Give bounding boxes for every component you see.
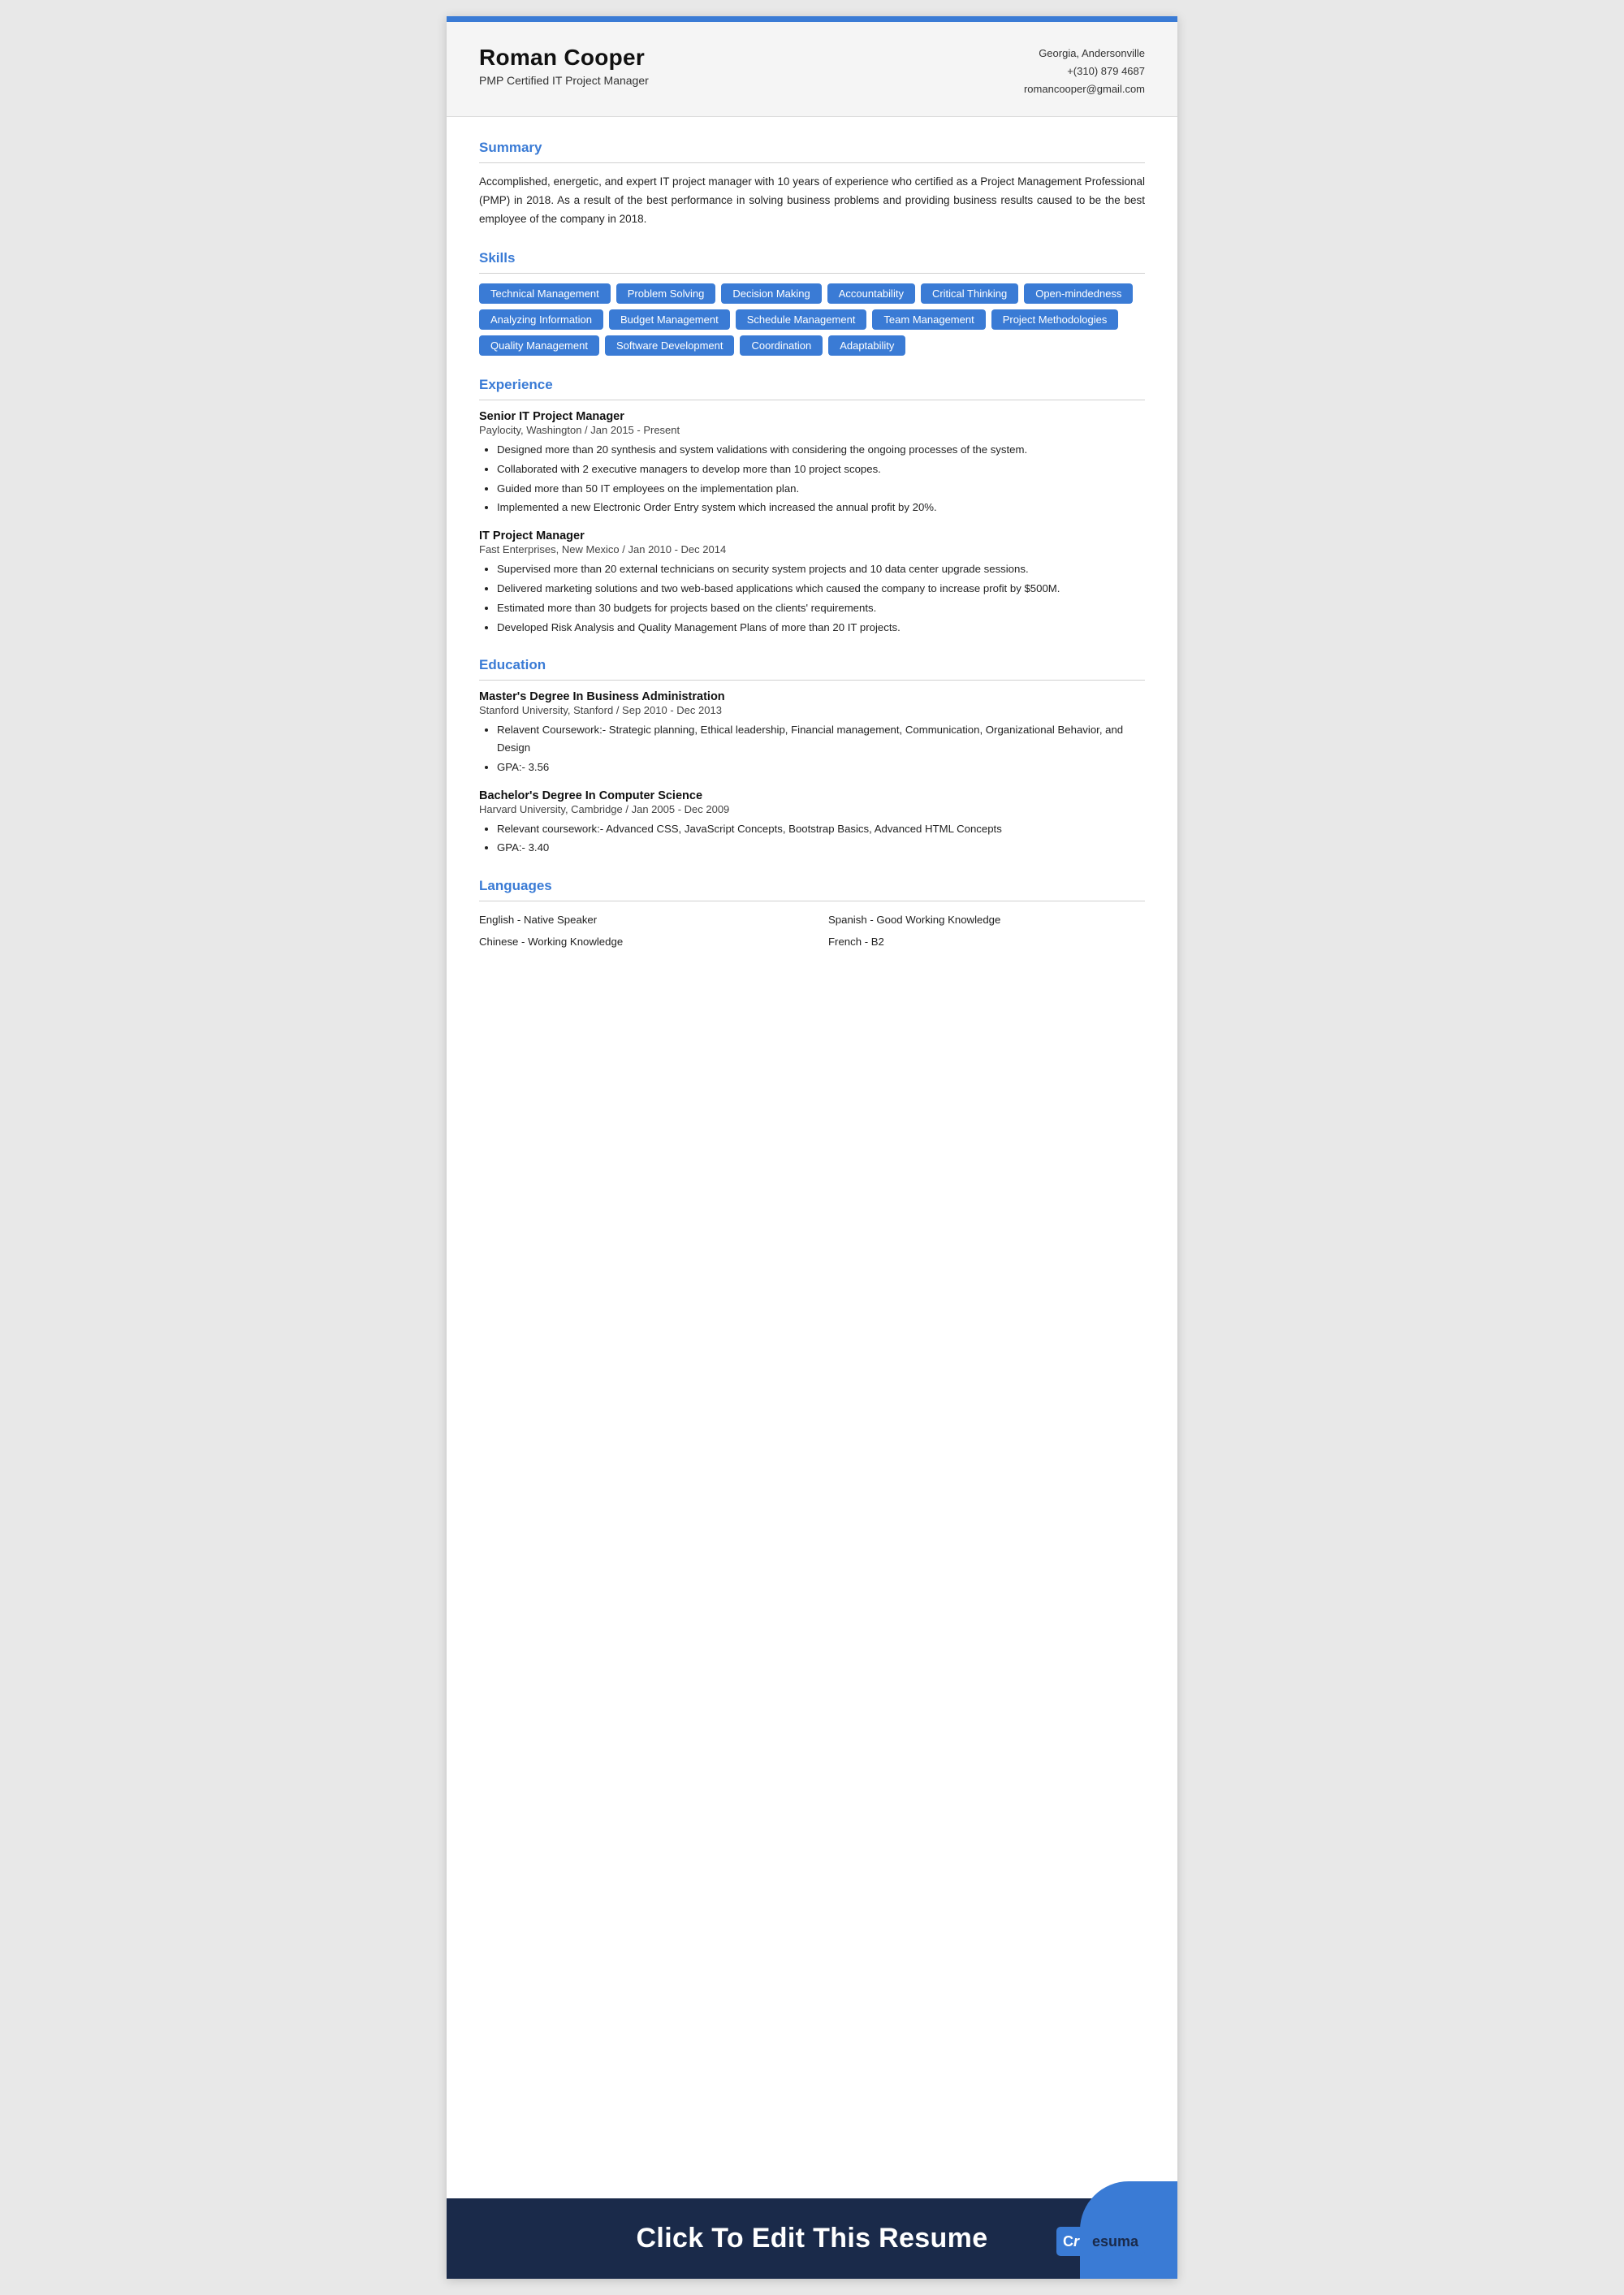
job-entry: Senior IT Project ManagerPaylocity, Wash… xyxy=(479,410,1145,516)
list-item: GPA:- 3.56 xyxy=(497,759,1145,776)
language-item: English - Native Speaker xyxy=(479,911,796,929)
education-entry: Master's Degree In Business Administrati… xyxy=(479,690,1145,776)
skill-badge: Team Management xyxy=(872,309,985,330)
cresuma-text-label: esuma xyxy=(1092,2233,1138,2250)
languages-title: Languages xyxy=(479,878,1145,894)
job-meta: Paylocity, Washington / Jan 2015 - Prese… xyxy=(479,424,1145,436)
education-container: Master's Degree In Business Administrati… xyxy=(479,690,1145,857)
skills-divider xyxy=(479,273,1145,274)
resume-page: Roman Cooper PMP Certified IT Project Ma… xyxy=(447,16,1177,2279)
edu-title: Bachelor's Degree In Computer Science xyxy=(479,789,1145,802)
edu-bullets: Relevant coursework:- Advanced CSS, Java… xyxy=(479,820,1145,858)
candidate-title: PMP Certified IT Project Manager xyxy=(479,74,649,87)
language-item: Spanish - Good Working Knowledge xyxy=(828,911,1145,929)
education-entry: Bachelor's Degree In Computer ScienceHar… xyxy=(479,789,1145,858)
edu-bullets: Relavent Coursework:- Strategic planning… xyxy=(479,721,1145,776)
experience-section: Experience Senior IT Project ManagerPayl… xyxy=(479,377,1145,636)
cresuma-text: esuma xyxy=(1086,2227,1145,2256)
experience-title: Experience xyxy=(479,377,1145,393)
list-item: Relavent Coursework:- Strategic planning… xyxy=(497,721,1145,757)
list-item: Supervised more than 20 external technic… xyxy=(497,560,1145,578)
cresuma-icon: Cr xyxy=(1056,2227,1086,2256)
list-item: Collaborated with 2 executive managers t… xyxy=(497,460,1145,478)
top-accent-bar xyxy=(447,16,1177,22)
job-meta: Fast Enterprises, New Mexico / Jan 2010 … xyxy=(479,543,1145,555)
summary-title: Summary xyxy=(479,140,1145,156)
skill-badge: Software Development xyxy=(605,335,735,356)
candidate-phone: +(310) 879 4687 xyxy=(1024,63,1145,80)
skill-badge: Critical Thinking xyxy=(921,283,1018,304)
candidate-email: romancooper@gmail.com xyxy=(1024,80,1145,98)
list-item: Estimated more than 30 budgets for proje… xyxy=(497,599,1145,617)
candidate-location: Georgia, Andersonville xyxy=(1024,45,1145,63)
job-title: Senior IT Project Manager xyxy=(479,410,1145,423)
cresuma-logo: Cr esuma xyxy=(1056,2227,1145,2256)
skill-badge: Quality Management xyxy=(479,335,599,356)
summary-divider xyxy=(479,162,1145,163)
summary-section: Summary Accomplished, energetic, and exp… xyxy=(479,140,1145,229)
header-right: Georgia, Andersonville +(310) 879 4687 r… xyxy=(1024,45,1145,98)
language-item: Chinese - Working Knowledge xyxy=(479,933,796,951)
header-section: Roman Cooper PMP Certified IT Project Ma… xyxy=(447,22,1177,117)
job-entry: IT Project ManagerFast Enterprises, New … xyxy=(479,529,1145,636)
skills-container: Technical ManagementProblem SolvingDecis… xyxy=(479,283,1145,356)
main-content: Summary Accomplished, energetic, and exp… xyxy=(447,117,1177,2174)
list-item: Relevant coursework:- Advanced CSS, Java… xyxy=(497,820,1145,838)
skill-badge: Project Methodologies xyxy=(991,309,1119,330)
list-item: Delivered marketing solutions and two we… xyxy=(497,580,1145,598)
skill-badge: Coordination xyxy=(740,335,823,356)
edu-meta: Harvard University, Cambridge / Jan 2005… xyxy=(479,803,1145,815)
list-item: GPA:- 3.40 xyxy=(497,839,1145,857)
education-section: Education Master's Degree In Business Ad… xyxy=(479,657,1145,857)
list-item: Developed Risk Analysis and Quality Mana… xyxy=(497,619,1145,637)
list-item: Guided more than 50 IT employees on the … xyxy=(497,480,1145,498)
cresuma-icon-text: Cr xyxy=(1063,2233,1079,2250)
edu-meta: Stanford University, Stanford / Sep 2010… xyxy=(479,704,1145,716)
skill-badge: Decision Making xyxy=(721,283,821,304)
cta-text[interactable]: Click To Edit This Resume xyxy=(637,2223,988,2254)
skills-title: Skills xyxy=(479,250,1145,266)
skill-badge: Accountability xyxy=(827,283,915,304)
candidate-name: Roman Cooper xyxy=(479,45,649,71)
job-title: IT Project Manager xyxy=(479,529,1145,542)
skill-badge: Open-mindedness xyxy=(1024,283,1133,304)
summary-text: Accomplished, energetic, and expert IT p… xyxy=(479,173,1145,229)
languages-section: Languages English - Native Speaker Spanis… xyxy=(479,878,1145,951)
footer-cta[interactable]: Click To Edit This Resume Cr esuma xyxy=(447,2198,1177,2279)
skill-badge: Budget Management xyxy=(609,309,730,330)
experience-container: Senior IT Project ManagerPaylocity, Wash… xyxy=(479,410,1145,636)
list-item: Implemented a new Electronic Order Entry… xyxy=(497,499,1145,516)
language-item: French - B2 xyxy=(828,933,1145,951)
job-bullets: Designed more than 20 synthesis and syst… xyxy=(479,441,1145,516)
edu-title: Master's Degree In Business Administrati… xyxy=(479,690,1145,703)
skill-badge: Technical Management xyxy=(479,283,611,304)
skill-badge: Schedule Management xyxy=(736,309,867,330)
list-item: Designed more than 20 synthesis and syst… xyxy=(497,441,1145,459)
header-left: Roman Cooper PMP Certified IT Project Ma… xyxy=(479,45,649,87)
skill-badge: Analyzing Information xyxy=(479,309,603,330)
job-bullets: Supervised more than 20 external technic… xyxy=(479,560,1145,636)
education-divider xyxy=(479,680,1145,681)
education-title: Education xyxy=(479,657,1145,673)
skill-badge: Adaptability xyxy=(828,335,905,356)
skill-badge: Problem Solving xyxy=(616,283,716,304)
skills-section: Skills Technical ManagementProblem Solvi… xyxy=(479,250,1145,356)
languages-grid: English - Native Speaker Spanish - Good W… xyxy=(479,911,1145,951)
